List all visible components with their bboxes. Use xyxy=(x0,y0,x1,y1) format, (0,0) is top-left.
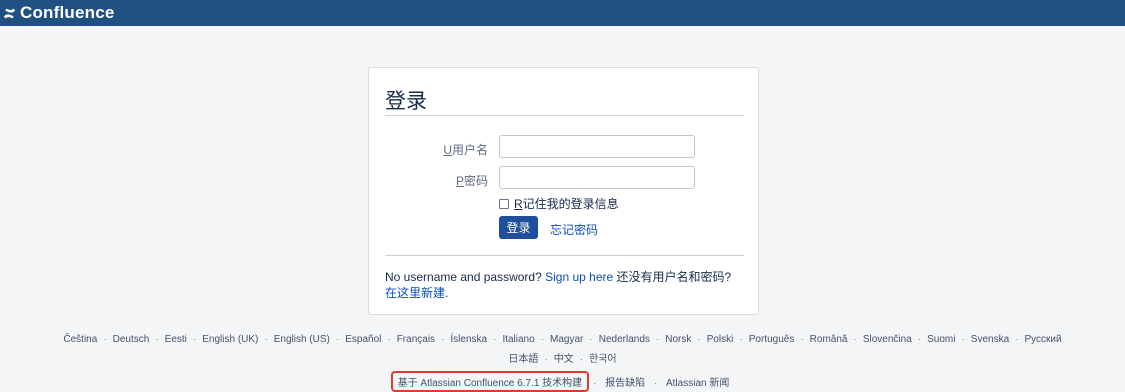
language-link[interactable]: Nederlands xyxy=(594,334,655,345)
atlassian-news-link[interactable]: Atlassian 新闻 xyxy=(661,374,734,389)
footer-separator: · xyxy=(653,378,658,389)
report-bug-link[interactable]: 报告缺陷 xyxy=(600,374,650,389)
top-navigation-bar: Confluence xyxy=(0,0,1125,26)
language-link[interactable]: Italiano xyxy=(497,334,539,345)
password-label: P密码 xyxy=(455,174,488,188)
footer: 基于 Atlassian Confluence 6.7.1 技术构建 · 报告缺… xyxy=(0,371,1125,392)
language-link[interactable]: Deutsch xyxy=(108,334,155,345)
login-button[interactable]: 登录 xyxy=(499,216,538,239)
form-divider xyxy=(385,255,744,256)
language-link[interactable]: Magyar xyxy=(545,334,588,345)
confluence-logo-icon xyxy=(3,8,16,18)
language-link[interactable]: Русский xyxy=(1020,334,1067,345)
language-link[interactable]: Suomi xyxy=(922,334,960,345)
language-link[interactable]: Polski xyxy=(702,334,739,345)
powered-by-link[interactable]: 基于 Atlassian Confluence 6.7.1 技术构建 xyxy=(390,371,590,392)
app-name: Confluence xyxy=(20,3,115,22)
language-link[interactable]: Português xyxy=(744,334,800,345)
title-divider xyxy=(385,115,744,116)
language-link[interactable]: English (UK) xyxy=(197,334,263,345)
signup-prompt: No username and password? Sign up here 还… xyxy=(385,270,732,300)
language-link[interactable]: Eesti xyxy=(160,334,192,345)
language-link[interactable]: Svenska xyxy=(966,334,1014,345)
language-link[interactable]: 한국어 xyxy=(584,350,622,365)
signup-cn-link[interactable]: 在这里新建 xyxy=(385,286,445,300)
forgot-password-link[interactable]: 忘记密码 xyxy=(550,221,598,238)
language-link[interactable]: Íslenska xyxy=(445,334,492,345)
footer-separator: · xyxy=(592,378,597,389)
signup-link[interactable]: Sign up here xyxy=(545,270,613,284)
remember-me-checkbox[interactable] xyxy=(499,198,509,209)
username-label: U用户名 xyxy=(443,143,488,157)
remember-me-label: R记住我的登录信息 xyxy=(514,197,619,211)
language-link[interactable]: Norsk xyxy=(660,334,696,345)
language-link[interactable]: 日本語 xyxy=(503,350,543,365)
language-list-row1: Čeština · Deutsch · Eesti · English (UK) · Engli… xyxy=(0,334,1125,345)
language-link[interactable]: 中文 xyxy=(549,350,579,365)
login-panel: 登录 U用户名 P密码 R记住我的登录信息 登录 忘记密码 No usernam… xyxy=(368,67,759,315)
language-link[interactable]: Čeština xyxy=(58,334,102,345)
language-link[interactable]: Slovenčina xyxy=(858,334,917,345)
confluence-logo[interactable]: Confluence xyxy=(3,3,115,23)
username-input[interactable] xyxy=(499,135,695,158)
language-link[interactable]: English (US) xyxy=(269,334,335,345)
language-link[interactable]: Română xyxy=(805,334,853,345)
language-link[interactable]: Français xyxy=(392,334,440,345)
page-title: 登录 xyxy=(385,90,427,113)
language-link[interactable]: Español xyxy=(340,334,386,345)
language-list-row2: 日本語 · 中文 · 한국어 xyxy=(0,350,1125,365)
password-input[interactable] xyxy=(499,166,695,189)
remember-me[interactable]: R记住我的登录信息 xyxy=(499,195,619,212)
